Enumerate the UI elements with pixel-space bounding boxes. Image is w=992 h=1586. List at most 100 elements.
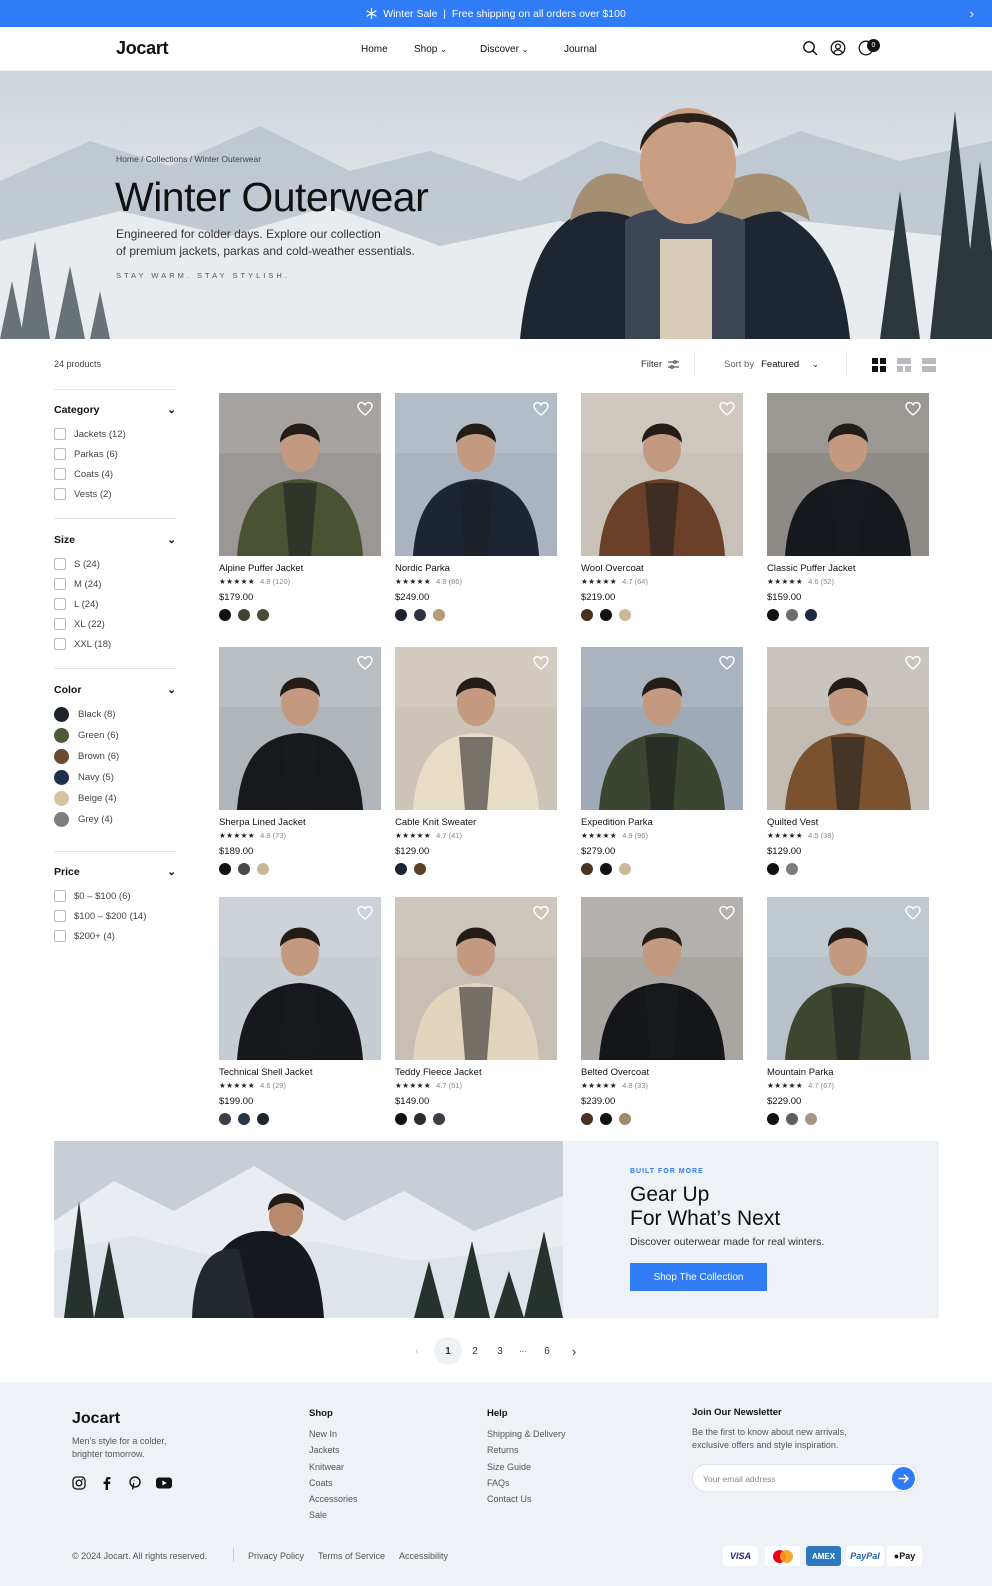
- pagination-page-current[interactable]: 1: [434, 1337, 462, 1365]
- checkbox[interactable]: [54, 488, 66, 500]
- footer-link[interactable]: Accessories: [309, 1491, 358, 1507]
- product-card[interactable]: Quilted Vest ★★★★★ 4.5 (38) $129.00: [767, 647, 929, 875]
- product-card[interactable]: Technical Shell Jacket ★★★★★ 4.6 (29) $19…: [219, 897, 381, 1125]
- footer-link[interactable]: Contact Us: [487, 1491, 566, 1507]
- nav-home[interactable]: Home: [361, 44, 414, 55]
- footer-logo[interactable]: Jocart: [72, 1410, 120, 1428]
- list-view-icon[interactable]: [922, 358, 936, 372]
- product-name[interactable]: Quilted Vest: [767, 817, 929, 828]
- product-image[interactable]: [581, 647, 743, 810]
- wishlist-heart-icon[interactable]: [719, 655, 735, 671]
- product-card[interactable]: Classic Puffer Jacket ★★★★★ 4.6 (52) $159…: [767, 393, 929, 621]
- product-color-swatch[interactable]: [395, 1113, 407, 1125]
- breadcrumb-collections[interactable]: Collections: [146, 154, 188, 164]
- footer-link[interactable]: New In: [309, 1426, 358, 1442]
- wishlist-heart-icon[interactable]: [905, 401, 921, 417]
- checkbox[interactable]: [54, 890, 66, 902]
- youtube-icon[interactable]: [156, 1477, 172, 1489]
- product-color-swatch[interactable]: [786, 609, 798, 621]
- wishlist-heart-icon[interactable]: [357, 905, 373, 921]
- facebook-icon[interactable]: [100, 1476, 114, 1490]
- color-option[interactable]: Brown (6): [54, 746, 176, 767]
- privacy-policy-link[interactable]: Privacy Policy: [248, 1551, 304, 1561]
- filter-option[interactable]: $200+ (4): [54, 926, 176, 946]
- color-option[interactable]: Black (8): [54, 704, 176, 725]
- product-image[interactable]: [395, 647, 557, 810]
- color-swatch[interactable]: [54, 791, 69, 806]
- product-image[interactable]: [219, 897, 381, 1060]
- wishlist-heart-icon[interactable]: [719, 905, 735, 921]
- checkbox[interactable]: [54, 638, 66, 650]
- color-option[interactable]: Navy (5): [54, 767, 176, 788]
- shop-collection-button[interactable]: Shop The Collection: [630, 1263, 767, 1291]
- account-icon[interactable]: [830, 40, 846, 56]
- product-color-swatch[interactable]: [619, 609, 631, 621]
- wishlist-heart-icon[interactable]: [533, 655, 549, 671]
- product-card[interactable]: Cable Knit Sweater ★★★★★ 4.7 (41) $129.00: [395, 647, 557, 875]
- product-name[interactable]: Cable Knit Sweater: [395, 817, 557, 828]
- wishlist-heart-icon[interactable]: [905, 905, 921, 921]
- product-color-swatch[interactable]: [414, 1113, 426, 1125]
- product-color-swatch[interactable]: [600, 609, 612, 621]
- product-name[interactable]: Teddy Fleece Jacket: [395, 1067, 557, 1078]
- footer-link[interactable]: FAQs: [487, 1475, 566, 1491]
- product-image[interactable]: [395, 897, 557, 1060]
- instagram-icon[interactable]: [72, 1476, 86, 1490]
- checkbox[interactable]: [54, 558, 66, 570]
- color-swatch[interactable]: [54, 707, 69, 722]
- sort-dropdown[interactable]: Sort by Featured ⌄: [724, 359, 819, 370]
- product-image[interactable]: [581, 393, 743, 556]
- product-image[interactable]: [219, 393, 381, 556]
- product-color-swatch[interactable]: [238, 1113, 250, 1125]
- product-image[interactable]: [767, 647, 929, 810]
- product-name[interactable]: Mountain Parka: [767, 1067, 929, 1078]
- product-color-swatch[interactable]: [767, 609, 779, 621]
- filter-option[interactable]: Vests (2): [54, 484, 176, 504]
- wishlist-heart-icon[interactable]: [357, 655, 373, 671]
- filter-option[interactable]: Jackets (12): [54, 424, 176, 444]
- wishlist-heart-icon[interactable]: [533, 905, 549, 921]
- site-logo[interactable]: Jocart: [116, 38, 169, 59]
- footer-link[interactable]: Size Guide: [487, 1459, 566, 1475]
- product-name[interactable]: Belted Overcoat: [581, 1067, 743, 1078]
- product-color-swatch[interactable]: [219, 863, 231, 875]
- wishlist-heart-icon[interactable]: [905, 655, 921, 671]
- product-color-swatch[interactable]: [257, 1113, 269, 1125]
- color-option[interactable]: Beige (4): [54, 788, 176, 809]
- checkbox[interactable]: [54, 598, 66, 610]
- product-color-swatch[interactable]: [238, 609, 250, 621]
- product-color-swatch[interactable]: [805, 1113, 817, 1125]
- product-image[interactable]: [395, 393, 557, 556]
- product-color-swatch[interactable]: [786, 863, 798, 875]
- color-option[interactable]: Green (6): [54, 725, 176, 746]
- footer-link[interactable]: Returns: [487, 1442, 566, 1458]
- product-image[interactable]: [767, 393, 929, 556]
- checkbox[interactable]: [54, 468, 66, 480]
- product-color-swatch[interactable]: [414, 609, 426, 621]
- product-name[interactable]: Nordic Parka: [395, 563, 557, 574]
- color-swatch[interactable]: [54, 728, 69, 743]
- color-swatch[interactable]: [54, 749, 69, 764]
- product-color-swatch[interactable]: [395, 863, 407, 875]
- filter-price-header[interactable]: Price ⌄: [54, 866, 176, 878]
- product-name[interactable]: Sherpa Lined Jacket: [219, 817, 381, 828]
- product-image[interactable]: [767, 897, 929, 1060]
- product-color-swatch[interactable]: [805, 609, 817, 621]
- product-color-swatch[interactable]: [600, 863, 612, 875]
- newsletter-email-input[interactable]: Your email address: [692, 1464, 918, 1492]
- checkbox[interactable]: [54, 428, 66, 440]
- color-option[interactable]: Grey (4): [54, 809, 176, 830]
- color-swatch[interactable]: [54, 812, 69, 827]
- nav-shop[interactable]: Shop ⌄: [414, 44, 480, 55]
- nav-discover[interactable]: Discover ⌄: [480, 44, 564, 55]
- product-card[interactable]: Alpine Puffer Jacket ★★★★★ 4.8 (120) $179…: [219, 393, 381, 621]
- filter-option[interactable]: $0 – $100 (6): [54, 886, 176, 906]
- footer-link[interactable]: Coats: [309, 1475, 358, 1491]
- checkbox[interactable]: [54, 930, 66, 942]
- product-name[interactable]: Classic Puffer Jacket: [767, 563, 929, 574]
- product-color-swatch[interactable]: [257, 609, 269, 621]
- product-color-swatch[interactable]: [414, 863, 426, 875]
- product-image[interactable]: [219, 647, 381, 810]
- product-card[interactable]: Sherpa Lined Jacket ★★★★★ 4.8 (73) $189.0…: [219, 647, 381, 875]
- pagination-prev[interactable]: ‹: [403, 1337, 431, 1365]
